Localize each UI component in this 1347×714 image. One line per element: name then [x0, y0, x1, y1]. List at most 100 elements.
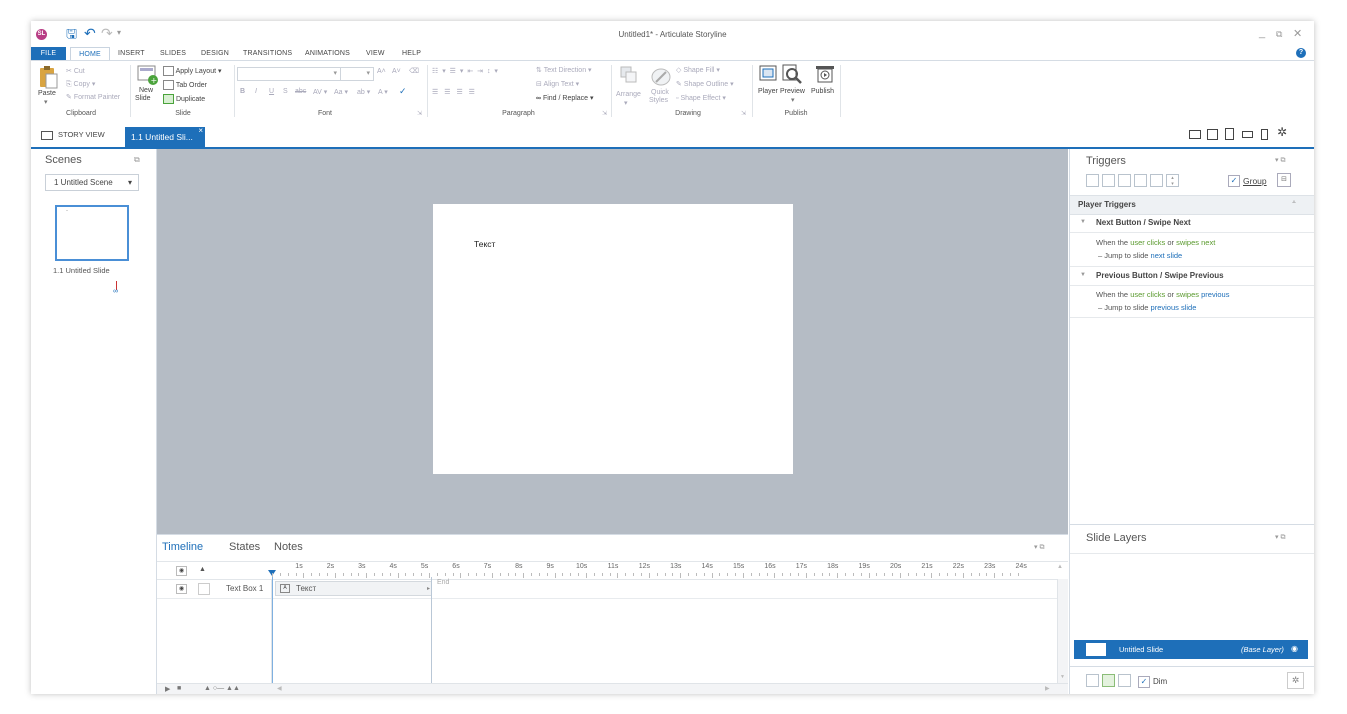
scroll-left-icon[interactable]: ◀	[277, 685, 282, 692]
scene-dropdown[interactable]: 1 Untitled Scene ▾	[45, 174, 139, 191]
tab-order-button[interactable]: Tab Order	[163, 80, 207, 90]
reorder-trigger-button[interactable]: ▴ ▾	[1166, 174, 1179, 187]
scroll-down-icon[interactable]: ▼	[1060, 674, 1065, 680]
trigger-line-2[interactable]: When the user clicks or swipes previous	[1096, 290, 1229, 299]
list-buttons[interactable]: ☷ ▾ ☰ ▾ ⇤ ⇥ ↕ ▾	[432, 67, 499, 75]
shape-fill-button[interactable]: ◇ Shape Fill ▾	[676, 66, 720, 74]
preview-button[interactable]: Preview	[780, 88, 805, 95]
slide-canvas[interactable]: Текст	[433, 204, 793, 474]
help-icon[interactable]: ?	[1296, 48, 1306, 58]
preview-icon[interactable]	[781, 63, 803, 85]
arrange-dropdown-icon[interactable]: ▾	[624, 99, 628, 107]
paragraph-dialog-launcher-icon[interactable]: ⇲	[602, 110, 607, 117]
ruler-scroll-up-icon[interactable]: ▲	[1057, 564, 1063, 570]
quick-styles-button-line2[interactable]: Styles	[649, 97, 668, 104]
group-checkbox[interactable]: ✓	[1228, 175, 1240, 187]
chevron-down-icon[interactable]: ▼	[1080, 272, 1086, 278]
align-text-button[interactable]: ⊟ Align Text ▾	[536, 80, 579, 88]
tab-design[interactable]: DESIGN	[201, 47, 229, 60]
close-icon[interactable]: ✕	[1293, 27, 1302, 40]
tablet-portrait-view-icon[interactable]	[1225, 128, 1234, 140]
find-replace-button[interactable]: ∞ Find / Replace ▾	[536, 94, 594, 102]
desktop-view-icon[interactable]	[1189, 130, 1201, 139]
tab-transitions[interactable]: TRANSITIONS	[243, 47, 292, 60]
layers-panel-menu-icon[interactable]: ▾ ⧉	[1275, 533, 1285, 542]
scenes-panel-undock-icon[interactable]: ⧉	[134, 155, 140, 165]
dim-checkbox[interactable]: ✓	[1138, 676, 1150, 688]
paste-button[interactable]: Paste	[38, 90, 56, 97]
bold-button[interactable]: B	[240, 88, 245, 95]
tab-timeline[interactable]: Timeline	[162, 541, 203, 553]
italic-button[interactable]: I	[255, 88, 257, 95]
timeline-bar[interactable]: A Текст ▸	[275, 581, 432, 596]
font-color-button[interactable]: A ▾	[378, 88, 388, 96]
edit-trigger-button[interactable]	[1102, 174, 1115, 187]
layer-visibility-eye-icon[interactable]: ◉	[1291, 644, 1298, 653]
collapse-all-icon[interactable]: ⊟	[1277, 173, 1291, 187]
font-size-combo[interactable]: ▾	[340, 67, 374, 81]
minimize-icon[interactable]: _	[1259, 27, 1265, 39]
new-slide-button-line2[interactable]: Slide	[135, 95, 151, 102]
tab-slides[interactable]: SLIDES	[160, 47, 186, 60]
clear-format-icon[interactable]: ⌫	[409, 67, 419, 75]
delete-trigger-button[interactable]	[1150, 174, 1163, 187]
tab-close-icon[interactable]: ×	[198, 121, 203, 141]
timeline-collapse-icon[interactable]: ▾ ⧉	[1034, 543, 1044, 552]
trigger-link-icon[interactable]: ∞	[113, 281, 118, 295]
play-icon[interactable]: ▶	[165, 685, 170, 693]
grow-font-button[interactable]: A˄	[377, 68, 386, 75]
highlight-button[interactable]: ab ▾	[357, 88, 370, 96]
new-slide-button[interactable]: New	[139, 87, 153, 94]
arrange-button[interactable]: Arrange	[616, 91, 641, 98]
visibility-eye-icon[interactable]: ◉	[176, 566, 187, 576]
timeline-scrollbar[interactable]: ▼	[1057, 579, 1068, 683]
chevron-down-icon[interactable]: ▼	[1080, 219, 1086, 225]
quick-styles-button[interactable]: Quick	[651, 89, 669, 96]
arrange-icon[interactable]	[620, 66, 638, 84]
trigger-line-1[interactable]: When the user clicks or swipes next	[1096, 238, 1215, 247]
player-icon[interactable]	[758, 64, 778, 84]
paste-icon[interactable]	[38, 64, 58, 90]
layer-settings-gear-icon[interactable]: ✲	[1287, 672, 1304, 689]
delete-layer-button[interactable]	[1118, 674, 1131, 687]
font-family-combo[interactable]: ▾	[237, 67, 341, 81]
apply-layout-button[interactable]: Apply Layout ▾	[163, 66, 222, 76]
story-view-tab[interactable]: STORY VIEW	[41, 130, 105, 140]
strikethrough-button[interactable]: abc	[295, 88, 306, 95]
paste-dropdown-icon[interactable]: ▾	[44, 98, 48, 106]
phone-portrait-view-icon[interactable]	[1261, 129, 1268, 140]
timeline-row[interactable]: ◉ Text Box 1 A Текст ▸ End	[157, 579, 1057, 599]
slide-tab[interactable]: 1.1 Untitled Sli... ×	[125, 126, 205, 147]
cut-button[interactable]: ✂ Cut	[66, 67, 85, 75]
row-visibility-eye-icon[interactable]: ◉	[176, 584, 187, 594]
shrink-font-button[interactable]: A˅	[392, 68, 401, 75]
bar-end-handle-icon[interactable]: ▸	[427, 585, 430, 592]
tab-file[interactable]: FILE	[31, 47, 66, 60]
paste-trigger-button[interactable]	[1134, 174, 1147, 187]
shape-effect-button[interactable]: ▫ Shape Effect ▾	[676, 94, 726, 102]
lock-icon[interactable]: ▲	[198, 566, 207, 574]
change-case-button[interactable]: Aa ▾	[334, 88, 348, 96]
alignment-buttons[interactable]: ☰ ☰ ☰ ☰	[432, 88, 477, 96]
stop-icon[interactable]: ■	[177, 685, 181, 692]
row-lock-checkbox[interactable]	[198, 583, 210, 595]
spelling-check-icon[interactable]: ✓	[399, 86, 407, 97]
tab-insert[interactable]: INSERT	[118, 47, 145, 60]
publish-button[interactable]: Publish	[811, 88, 834, 95]
triggers-panel-menu-icon[interactable]: ▾ ⧉	[1275, 156, 1285, 165]
slide-text-box[interactable]: Текст	[474, 239, 495, 249]
section-collapse-icon[interactable]: ⩡	[1292, 199, 1296, 207]
publish-icon[interactable]	[814, 63, 836, 85]
new-trigger-button[interactable]	[1086, 174, 1099, 187]
format-painter-button[interactable]: ✎ Format Painter	[66, 93, 120, 101]
preview-dropdown-icon[interactable]: ▾	[791, 96, 795, 104]
shadow-button[interactable]: S	[283, 88, 288, 95]
phone-landscape-view-icon[interactable]	[1242, 131, 1253, 138]
font-dialog-launcher-icon[interactable]: ⇲	[417, 110, 422, 117]
text-direction-button[interactable]: ⇅ Text Direction ▾	[536, 66, 592, 74]
trigger-group-1[interactable]: ▼ Next Button / Swipe Next	[1070, 214, 1314, 233]
duplicate-button[interactable]: Duplicate	[163, 94, 205, 104]
shape-outline-button[interactable]: ✎ Shape Outline ▾	[676, 80, 734, 88]
tab-notes[interactable]: Notes	[274, 541, 303, 553]
drawing-dialog-launcher-icon[interactable]: ⇲	[741, 110, 746, 117]
